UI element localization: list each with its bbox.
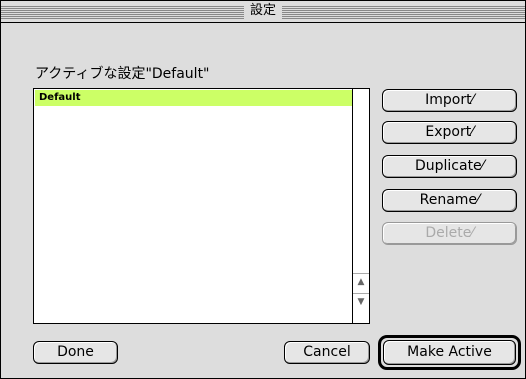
export-button[interactable]: Export⁄	[382, 121, 517, 144]
duplicate-button[interactable]: Duplicate⁄	[382, 155, 517, 178]
rename-button[interactable]: Rename⁄	[382, 189, 517, 212]
window-title: 設定	[243, 3, 283, 19]
delete-button[interactable]: Delete⁄	[382, 222, 517, 245]
list-item-default[interactable]: Default	[35, 90, 352, 106]
make-active-button[interactable]: Make Active	[383, 340, 516, 365]
scroll-up-arrow-icon[interactable]: ▲	[353, 273, 369, 289]
active-setting-label: アクティブな設定"Default"	[35, 66, 210, 82]
scroll-down-arrow-icon[interactable]: ▼	[353, 293, 369, 309]
settings-list[interactable]: Default ▲ ▼	[33, 88, 370, 324]
cancel-button[interactable]: Cancel	[284, 341, 370, 364]
import-button[interactable]: Import⁄	[382, 89, 517, 112]
done-button[interactable]: Done	[33, 341, 118, 364]
settings-dialog: 設定 アクティブな設定"Default" Default ▲ ▼ Import⁄…	[0, 0, 526, 379]
title-bar[interactable]: 設定	[1, 1, 525, 23]
list-scrollbar[interactable]: ▲ ▼	[352, 89, 369, 323]
